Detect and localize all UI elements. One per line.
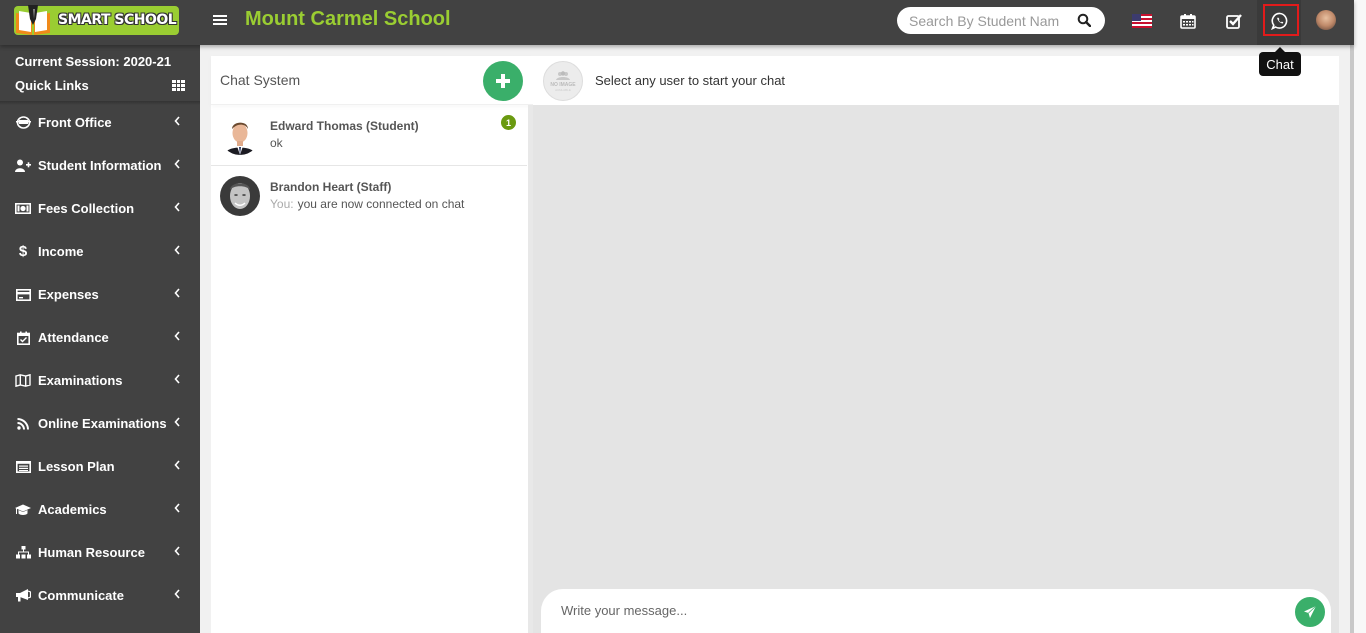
sidebar-menu: Front Office Student Information Fees Co… — [0, 101, 200, 617]
chevron-left-icon — [174, 503, 180, 513]
sidebar-item-label: Front Office — [38, 115, 112, 130]
chat-button-highlight — [1263, 4, 1299, 36]
users-placeholder-icon — [556, 70, 570, 80]
sidebar-item-online-examinations[interactable]: Online Examinations — [0, 402, 200, 445]
calendar-icon — [1180, 14, 1196, 29]
sidebar-item-label: Online Examinations — [38, 416, 167, 431]
message-text: you are now connected on chat — [297, 197, 465, 211]
sidebar-item-label: Lesson Plan — [38, 459, 115, 474]
chevron-left-icon — [174, 331, 180, 341]
sidebar-item-label: Examinations — [38, 373, 123, 388]
logo-text: SMART SCHOOL — [58, 12, 177, 28]
sidebar-item-communicate[interactable]: Communicate — [0, 574, 200, 617]
map-icon — [15, 374, 31, 388]
conversation-header: NO IMAGE AVAILABLE Select any user to st… — [533, 56, 1339, 105]
message-composer — [541, 589, 1331, 633]
sidebar-item-label: Human Resource — [38, 545, 145, 560]
graduation-cap-icon — [15, 503, 31, 517]
no-image-avatar: NO IMAGE AVAILABLE — [543, 61, 583, 101]
page-scrollbar-track[interactable] — [1354, 0, 1366, 633]
chevron-left-icon — [174, 546, 180, 556]
plus-icon — [496, 74, 510, 88]
school-name: Mount Carmel School — [245, 8, 451, 30]
sidebar-item-label: Attendance — [38, 330, 109, 345]
dollar-icon: $ — [18, 243, 28, 260]
language-button[interactable] — [1130, 9, 1154, 33]
sidebar-item-label: Income — [38, 244, 84, 259]
send-message-button[interactable] — [1292, 594, 1328, 630]
top-header: SMART SCHOOL Mount Carmel School — [0, 0, 1354, 45]
new-chat-button[interactable] — [483, 61, 523, 101]
search-icon[interactable] — [1077, 13, 1091, 27]
sidebar-item-label: Fees Collection — [38, 201, 135, 216]
sender-prefix: You: — [270, 197, 294, 211]
sidebar-item-label: Expenses — [38, 287, 99, 302]
sidebar: Current Session: 2020-21 Quick Links Fro… — [0, 45, 200, 633]
paper-plane-icon — [1304, 605, 1317, 618]
sidebar-item-fees-collection[interactable]: Fees Collection — [0, 187, 200, 230]
chat-tooltip: Chat — [1259, 47, 1301, 76]
bullhorn-icon — [15, 589, 31, 603]
page-scrollbar-thumb[interactable] — [1350, 10, 1354, 633]
tasks-button[interactable] — [1222, 9, 1246, 33]
rss-icon — [15, 417, 31, 431]
sidebar-item-examinations[interactable]: Examinations — [0, 359, 200, 402]
no-image-subtext: AVAILABLE — [555, 87, 571, 92]
sidebar-item-front-office[interactable]: Front Office — [0, 101, 200, 144]
contact-last-message: You: you are now connected on chat — [270, 197, 464, 211]
chat-contact-list: Chat System Edward Thomas (Student) ok 1 — [211, 56, 533, 633]
contact-item[interactable]: Brandon Heart (Staff) You: you are now co… — [211, 167, 527, 227]
book-logo-icon — [16, 5, 50, 35]
chevron-left-icon — [174, 116, 180, 126]
calendar-check-icon — [15, 331, 31, 345]
current-session[interactable]: Current Session: 2020-21 — [15, 55, 171, 79]
sidebar-toggle-button[interactable] — [213, 13, 227, 27]
sidebar-item-expenses[interactable]: Expenses — [0, 273, 200, 316]
us-flag-icon — [1132, 14, 1152, 28]
sidebar-item-label: Communicate — [38, 588, 124, 603]
money-icon — [15, 202, 31, 216]
sidebar-item-academics[interactable]: Academics — [0, 488, 200, 531]
unread-count-badge: 1 — [501, 115, 516, 130]
chevron-left-icon — [174, 589, 180, 599]
contact-avatar — [220, 115, 260, 155]
quick-links-grid-icon[interactable] — [172, 80, 185, 91]
chevron-left-icon — [174, 159, 180, 169]
sidebar-item-attendance[interactable]: Attendance — [0, 316, 200, 359]
contact-name: Brandon Heart (Staff) — [270, 180, 392, 194]
chevron-left-icon — [174, 417, 180, 427]
list-alt-icon — [15, 460, 31, 474]
chevron-left-icon — [174, 288, 180, 298]
credit-card-icon — [15, 288, 31, 302]
chevron-left-icon — [174, 202, 180, 212]
contact-name: Edward Thomas (Student) — [270, 119, 419, 133]
chevron-left-icon — [174, 374, 180, 384]
front-office-icon — [15, 116, 31, 130]
chevron-left-icon — [174, 245, 180, 255]
user-avatar[interactable] — [1316, 10, 1336, 30]
sidebar-item-student-information[interactable]: Student Information — [0, 144, 200, 187]
sitemap-icon — [15, 546, 31, 560]
chat-system-title: Chat System — [220, 72, 301, 88]
student-search-input[interactable] — [909, 12, 1059, 29]
calendar-button[interactable] — [1176, 9, 1200, 33]
contact-avatar — [220, 176, 260, 216]
contact-item[interactable]: Edward Thomas (Student) ok 1 — [211, 106, 527, 166]
student-search — [897, 7, 1105, 34]
quick-links-label[interactable]: Quick Links — [15, 79, 89, 103]
sidebar-item-lesson-plan[interactable]: Lesson Plan — [0, 445, 200, 488]
sidebar-item-label: Student Information — [38, 158, 162, 173]
sidebar-item-human-resource[interactable]: Human Resource — [0, 531, 200, 574]
chat-conversation-panel: NO IMAGE AVAILABLE Select any user to st… — [533, 56, 1339, 633]
message-input[interactable] — [561, 603, 1261, 618]
sidebar-item-label: Academics — [38, 502, 107, 517]
user-plus-icon — [15, 159, 31, 173]
checkbox-icon — [1225, 14, 1242, 29]
chevron-left-icon — [174, 460, 180, 470]
contact-last-message: ok — [270, 136, 283, 150]
sidebar-item-income[interactable]: $ Income — [0, 230, 200, 273]
select-user-prompt: Select any user to start your chat — [595, 73, 786, 88]
session-panel: Current Session: 2020-21 Quick Links — [0, 45, 200, 103]
logo[interactable]: SMART SCHOOL — [14, 5, 179, 35]
